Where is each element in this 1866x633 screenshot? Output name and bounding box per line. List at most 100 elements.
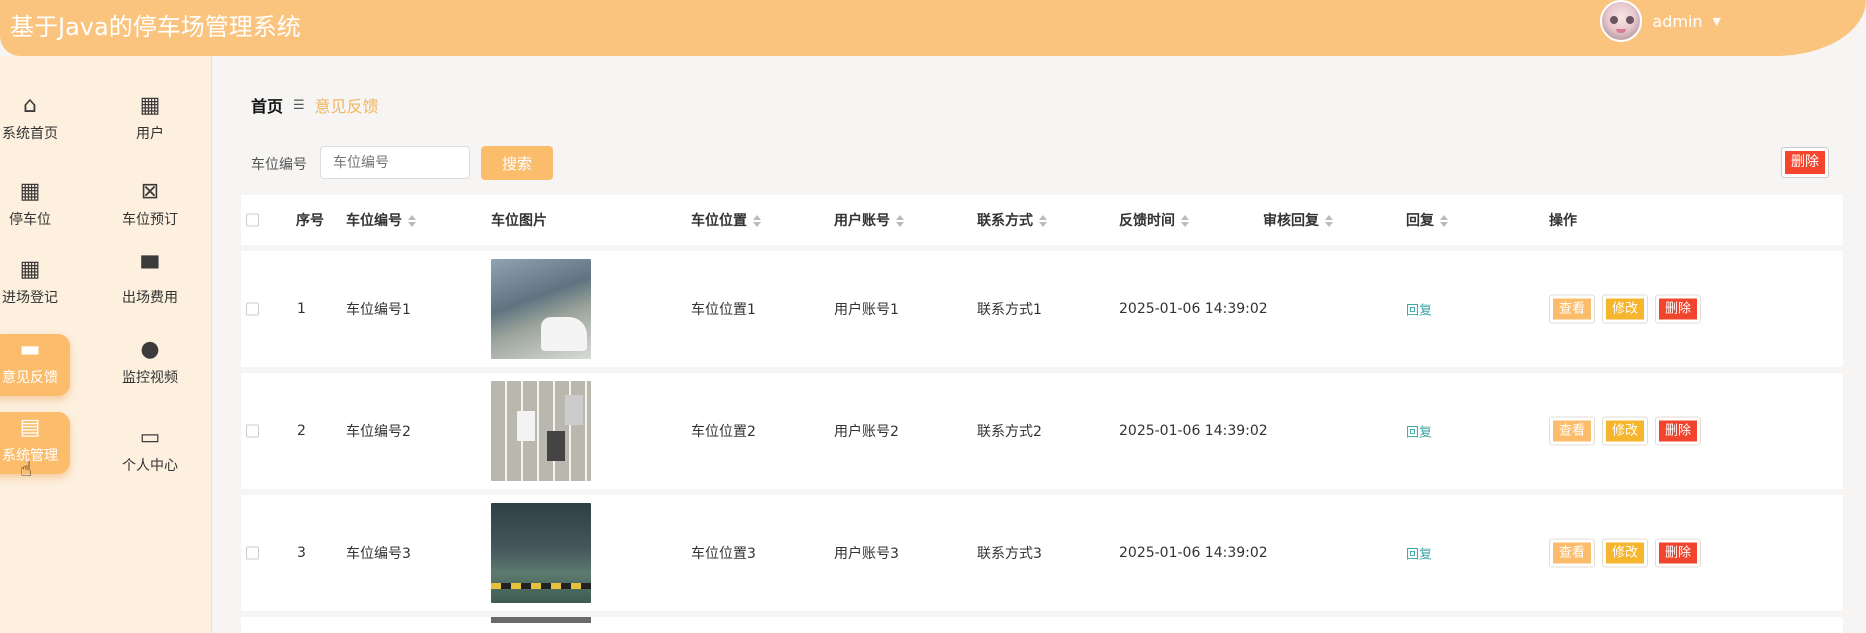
parking-space-image[interactable] xyxy=(491,381,591,481)
header-label: 用户账号 xyxy=(834,213,890,229)
header-location[interactable]: 车位位置 xyxy=(691,210,761,230)
view-button[interactable]: 查看 xyxy=(1549,294,1596,324)
delete-button[interactable]: 删除 xyxy=(1655,538,1702,568)
reply-link[interactable]: 回复 xyxy=(1406,422,1432,441)
edit-button[interactable]: 修改 xyxy=(1602,416,1649,446)
sort-icon[interactable] xyxy=(753,215,761,227)
cell-index: 2 xyxy=(297,423,306,439)
delete-button[interactable]: 删除 xyxy=(1655,294,1702,324)
sidebar-item-exit-fee[interactable]: ▀ 出场费用 xyxy=(110,258,190,316)
cell-account: 用户账号1 xyxy=(834,302,899,318)
sort-icon[interactable] xyxy=(1039,215,1047,227)
sidebar-item-entry[interactable]: ▦ 进场登记 xyxy=(0,258,70,316)
header-label: 联系方式 xyxy=(977,213,1033,229)
cell-index: 1 xyxy=(297,301,306,317)
edit-button[interactable]: 修改 xyxy=(1602,294,1649,324)
clipboard-x-icon: ⊠ xyxy=(140,179,160,204)
header-space-no[interactable]: 车位编号 xyxy=(346,210,416,230)
table-row: 2 车位编号2 车位位置2 用户账号2 联系方式2 2025-01-06 14:… xyxy=(241,373,1843,489)
parking-space-image xyxy=(491,617,591,623)
cell-location: 车位位置1 xyxy=(691,302,756,318)
bulk-delete-button[interactable]: 删除 xyxy=(1781,147,1829,178)
parking-space-image[interactable] xyxy=(491,503,591,603)
sidebar-item-label: 监控视频 xyxy=(122,370,178,386)
delete-label: 删除 xyxy=(1659,542,1698,564)
delete-button[interactable]: 删除 xyxy=(1655,416,1702,446)
row-checkbox[interactable] xyxy=(246,424,259,438)
header-contact[interactable]: 联系方式 xyxy=(977,210,1047,230)
row-actions: 查看 修改 删除 xyxy=(1549,538,1702,568)
grid-icon: ▦ xyxy=(19,257,41,282)
header-account[interactable]: 用户账号 xyxy=(834,210,904,230)
cell-time: 2025-01-06 14:39:02 xyxy=(1119,423,1268,439)
breadcrumb-home[interactable]: 首页 xyxy=(251,93,283,117)
sort-icon[interactable] xyxy=(1325,215,1333,227)
sort-icon[interactable] xyxy=(1181,215,1189,227)
cell-space-no: 车位编号2 xyxy=(346,424,411,440)
table-row: 3 车位编号3 车位位置3 用户账号3 联系方式3 2025-01-06 14:… xyxy=(241,495,1843,611)
table-header: 序号 车位编号 车位图片 车位位置 用户账号 联系方式 反馈时间 审核回复 回复… xyxy=(241,195,1843,245)
edit-label: 修改 xyxy=(1606,542,1645,564)
header-review[interactable]: 审核回复 xyxy=(1263,210,1333,230)
sidebar-item-monitor[interactable]: ● 监控视频 xyxy=(110,338,190,396)
row-actions: 查看 修改 删除 xyxy=(1549,294,1702,324)
search-label: 车位编号 xyxy=(251,157,307,173)
sort-icon[interactable] xyxy=(896,215,904,227)
menu-icon: ☰ xyxy=(293,97,305,113)
view-button[interactable]: 查看 xyxy=(1549,538,1596,568)
header-label: 车位位置 xyxy=(691,213,747,229)
cell-space-no: 车位编号1 xyxy=(346,302,411,318)
cell-contact: 联系方式2 xyxy=(977,424,1042,440)
card-icon: ▭ xyxy=(139,425,161,450)
chevron-down-icon[interactable]: ▼ xyxy=(1713,15,1721,28)
sidebar-item-users[interactable]: ▦ 用户 xyxy=(110,94,190,152)
header-time[interactable]: 反馈时间 xyxy=(1119,210,1189,230)
sidebar-item-reservation[interactable]: ⊠ 车位预订 xyxy=(110,180,190,238)
sidebar-item-label: 个人中心 xyxy=(122,458,178,474)
parking-space-image[interactable] xyxy=(491,259,591,359)
grid-icon: ▦ xyxy=(139,93,161,118)
brush-icon: ▀ xyxy=(141,257,159,282)
view-label: 查看 xyxy=(1553,298,1592,320)
sidebar: ⌂ 系统首页 ▦ 用户 ▦ 停车位 ⊠ 车位预订 ▦ 进场登记 ▀ 出场费用 ▬… xyxy=(0,56,212,633)
view-button[interactable]: 查看 xyxy=(1549,416,1596,446)
row-checkbox[interactable] xyxy=(246,302,259,316)
sidebar-item-label: 出场费用 xyxy=(122,290,178,306)
sidebar-item-feedback[interactable]: ▬ 意见反馈 xyxy=(0,334,70,396)
sort-icon[interactable] xyxy=(408,215,416,227)
view-label: 查看 xyxy=(1553,420,1592,442)
top-header: 基于Java的停车场管理系统 admin ▼ xyxy=(0,0,1866,56)
avatar[interactable] xyxy=(1600,0,1643,42)
sort-icon[interactable] xyxy=(1440,215,1448,227)
cell-index: 3 xyxy=(297,545,306,561)
header-index: 序号 xyxy=(296,213,324,229)
header-reply[interactable]: 回复 xyxy=(1406,210,1448,230)
person-icon: ● xyxy=(140,337,160,362)
sidebar-item-parking-space[interactable]: ▦ 停车位 xyxy=(0,180,70,238)
reply-link[interactable]: 回复 xyxy=(1406,300,1432,319)
sidebar-item-home[interactable]: ⌂ 系统首页 xyxy=(0,94,70,152)
cell-contact: 联系方式3 xyxy=(977,546,1042,562)
search-button[interactable]: 搜索 xyxy=(481,146,553,180)
view-label: 查看 xyxy=(1553,542,1592,564)
cell-location: 车位位置3 xyxy=(691,546,756,562)
cell-location: 车位位置2 xyxy=(691,424,756,440)
search-input[interactable] xyxy=(320,146,470,179)
edit-button[interactable]: 修改 xyxy=(1602,538,1649,568)
cell-account: 用户账号3 xyxy=(834,546,899,562)
select-all-checkbox[interactable] xyxy=(246,213,259,227)
username[interactable]: admin xyxy=(1652,12,1702,31)
wallet-icon: ▬ xyxy=(19,337,41,362)
sidebar-item-system[interactable]: ▤ 系统管理 xyxy=(0,412,70,474)
home-icon: ⌂ xyxy=(23,93,37,118)
cell-account: 用户账号2 xyxy=(834,424,899,440)
user-menu[interactable]: admin ▼ xyxy=(1600,0,1721,42)
header-label: 反馈时间 xyxy=(1119,213,1175,229)
reply-link[interactable]: 回复 xyxy=(1406,544,1432,563)
sidebar-item-label: 进场登记 xyxy=(2,290,58,306)
cell-space-no: 车位编号3 xyxy=(346,546,411,562)
row-checkbox[interactable] xyxy=(246,546,259,560)
sidebar-item-profile[interactable]: ▭ 个人中心 xyxy=(110,426,190,484)
app-title: 基于Java的停车场管理系统 xyxy=(10,13,301,41)
table-row: 1 车位编号1 车位位置1 用户账号1 联系方式1 2025-01-06 14:… xyxy=(241,251,1843,367)
